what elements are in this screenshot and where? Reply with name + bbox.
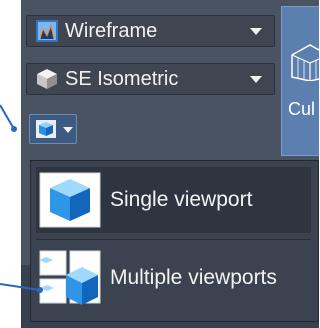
isometric-cube-icon	[37, 69, 57, 89]
menu-item-single-viewport[interactable]: Single viewport	[36, 167, 311, 233]
chevron-down-icon[interactable]	[250, 28, 262, 35]
wireframe-style-icon	[36, 20, 58, 42]
menu-item-label: Multiple viewports	[110, 266, 277, 289]
chevron-down-icon[interactable]	[63, 127, 73, 133]
grid-cube-icon	[291, 44, 319, 81]
view-cube-tile[interactable]: Cul	[281, 6, 319, 156]
viewport-configuration-button[interactable]	[29, 114, 77, 144]
menu-item-multiple-viewports[interactable]: Multiple viewports	[36, 245, 311, 311]
visual-style-label: Wireframe	[65, 19, 158, 42]
single-viewport-icon	[39, 172, 101, 228]
chevron-down-icon[interactable]	[250, 76, 262, 83]
visual-style-dropdown[interactable]: Wireframe	[26, 15, 275, 47]
viewport-menu: Single viewport Multiple viewports	[30, 160, 319, 322]
tile-label: Cul	[288, 99, 316, 119]
multiple-viewports-icon	[39, 250, 101, 305]
menu-separator	[36, 239, 311, 240]
view-dropdown[interactable]: SE Isometric	[26, 63, 275, 95]
viewport-cube-icon	[36, 120, 56, 138]
view-label: SE Isometric	[65, 67, 179, 90]
menu-item-label: Single viewport	[110, 188, 253, 211]
